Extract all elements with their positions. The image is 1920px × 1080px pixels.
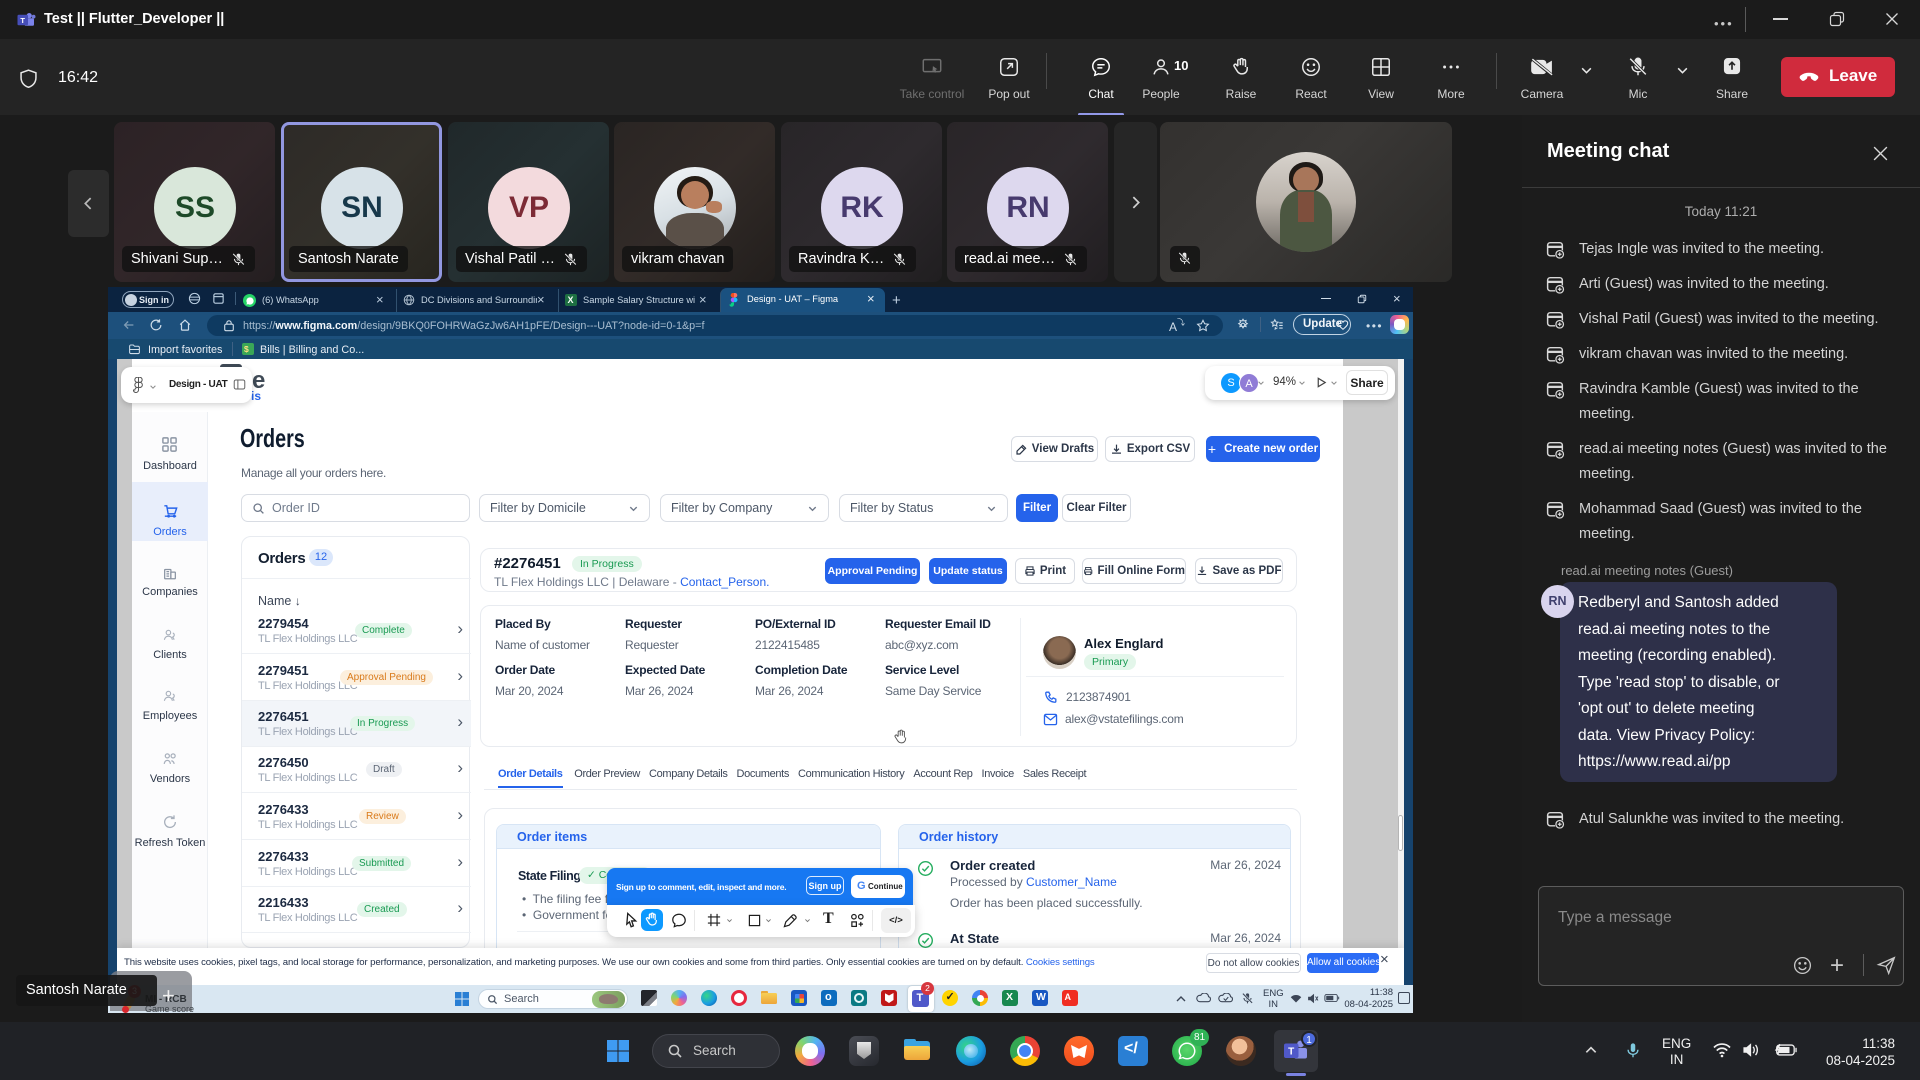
svg-text:T: T [1288,1047,1294,1058]
svg-text:T: T [20,16,25,25]
